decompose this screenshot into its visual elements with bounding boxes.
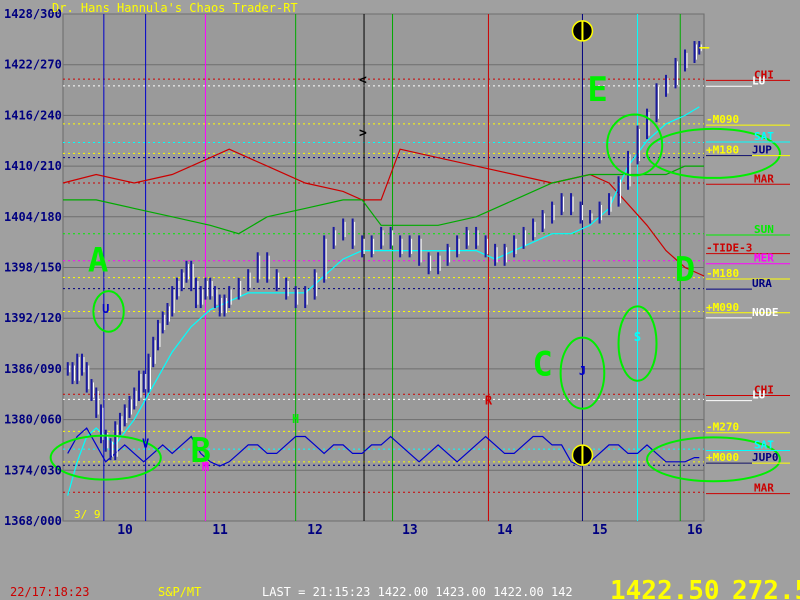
annotation-label: M — [202, 460, 209, 474]
chart: <> ABCDEUJSRHMV 1428/3001422/2701416/240… — [0, 0, 800, 600]
x-tick-label: 11 — [212, 523, 228, 538]
x-tick-label: 15 — [592, 523, 608, 538]
chart-title: Dr. Hans Hannula's Chaos Trader-RT — [52, 1, 298, 15]
y-tick-label: 1410/210 — [4, 159, 62, 173]
status-datetime: 22/17:18:23 — [10, 585, 89, 599]
annotation-label: E — [587, 70, 607, 110]
annotation-label: C — [532, 345, 552, 385]
moon-marker-bar — [581, 445, 584, 466]
planet-label: LU — [752, 74, 766, 87]
y-tick-label: 1392/120 — [4, 311, 62, 325]
chevron-icon: < — [359, 73, 367, 88]
planet-label: JUP — [752, 144, 772, 157]
chevron-icon: > — [359, 126, 367, 141]
x-tick-label: 16 — [687, 523, 703, 538]
x-tick-label: 14 — [497, 523, 513, 538]
y-tick-label: 1416/240 — [4, 108, 62, 122]
y-tick-label: 1374/030 — [4, 463, 62, 477]
annotation-label: J — [579, 364, 586, 378]
x-tick-label: 10 — [117, 523, 133, 538]
planet-label: MAR — [754, 482, 774, 495]
planet-label: -M270 — [706, 421, 739, 434]
planet-label: +M180 — [706, 144, 739, 157]
planet-label: MAR — [754, 172, 774, 185]
planet-label: LU — [752, 389, 766, 402]
y-tick-label: 1422/270 — [4, 58, 62, 72]
annotation-label: S — [634, 330, 641, 344]
planet-label: SAT — [754, 130, 774, 143]
status-big-value: 272.5 — [732, 576, 800, 600]
planet-label: SAT — [754, 438, 774, 451]
planet-label: -TIDE-3 — [706, 242, 752, 255]
annotation-label: H — [292, 412, 299, 426]
status-symbol: S&P/MT — [158, 585, 201, 599]
annotation-label: U — [102, 302, 109, 316]
x-tick-label: 13 — [402, 523, 418, 538]
planet-label: SUN — [754, 223, 774, 236]
planet-label: MER — [754, 252, 774, 265]
planet-label: -M090 — [706, 113, 739, 126]
moon-marker-bar — [581, 20, 584, 41]
y-tick-label: 1386/090 — [4, 362, 62, 376]
date-label: 3/ 9 — [74, 508, 101, 521]
planet-label: +M090 — [706, 301, 739, 314]
annotation-label: A — [88, 241, 108, 281]
y-tick-label: 1368/000 — [4, 514, 62, 528]
planet-label: -M180 — [706, 267, 739, 280]
planet-label: +M000 — [706, 451, 739, 464]
status-last-quote: LAST = 21:15:23 1422.00 1423.00 1422.00 … — [262, 585, 573, 599]
status-big-price: 1422.50 — [610, 576, 720, 600]
planet-label: JUP0 — [752, 451, 779, 464]
annotation-label: R — [485, 393, 493, 407]
y-tick-label: 1380/060 — [4, 413, 62, 427]
y-tick-label: 1398/150 — [4, 261, 62, 275]
annotation-label: V — [142, 436, 149, 450]
y-tick-label: 1404/180 — [4, 210, 62, 224]
planet-label: URA — [752, 277, 772, 290]
planet-label: NODE — [752, 306, 779, 319]
annotation-label: D — [675, 250, 695, 290]
x-tick-label: 12 — [307, 523, 323, 538]
